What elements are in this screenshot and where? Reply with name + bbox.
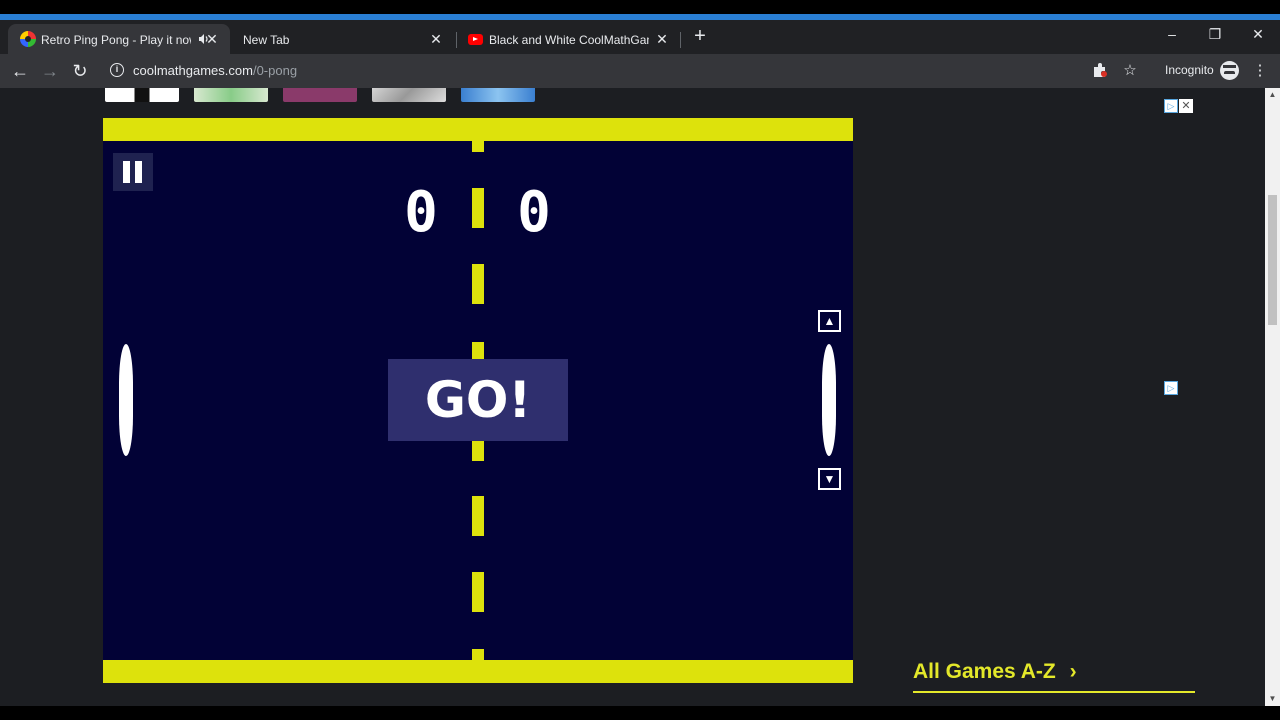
page-scrollbar[interactable]: ▲ ▼ <box>1265 88 1280 706</box>
paddle-up-arrow-icon[interactable]: ▲ <box>818 310 841 332</box>
close-ad-icon[interactable]: ✕ <box>1179 99 1193 113</box>
center-line-dash <box>472 188 484 228</box>
top-wall <box>103 118 853 141</box>
forward-arrow-icon[interactable]: → <box>38 59 62 83</box>
close-tab-icon[interactable]: ✕ <box>654 31 670 47</box>
scroll-up-arrow-icon[interactable]: ▲ <box>1265 88 1280 102</box>
screen-bottom-border <box>0 706 1280 720</box>
minimize-button[interactable]: – <box>1162 24 1182 44</box>
right-score: 0 <box>517 180 551 245</box>
scroll-down-arrow-icon[interactable]: ▼ <box>1265 692 1280 706</box>
youtube-favicon-icon <box>468 34 483 45</box>
left-score: 0 <box>404 180 438 245</box>
go-button[interactable]: GO! <box>388 359 568 441</box>
close-tab-icon[interactable]: ✕ <box>204 31 220 47</box>
all-games-label: All Games A-Z <box>913 660 1056 683</box>
right-paddle[interactable] <box>822 344 836 456</box>
tab-strip: Retro Ping Pong - Play it now ✕ New Tab … <box>0 20 1280 54</box>
center-line-dash <box>472 342 484 360</box>
url-path: /0-pong <box>252 63 298 78</box>
center-line-dash <box>472 141 484 152</box>
restore-button[interactable]: ❐ <box>1205 24 1225 44</box>
pause-button[interactable] <box>113 153 153 191</box>
paddle-down-arrow-icon[interactable]: ▼ <box>818 468 841 490</box>
left-paddle <box>119 344 133 456</box>
page-content: 0 0 GO! ▲ ▼ ▷ ✕ ▷ All Games A-Z › <box>0 88 1265 706</box>
game-thumbnail[interactable] <box>283 88 357 102</box>
close-tab-icon[interactable]: ✕ <box>428 31 444 47</box>
tab-title: Retro Ping Pong - Play it now <box>41 33 191 47</box>
tab-retro-ping-pong[interactable]: Retro Ping Pong - Play it now ✕ <box>8 24 230 54</box>
all-games-link[interactable]: All Games A-Z › <box>913 660 1077 684</box>
reload-icon[interactable]: ↻ <box>68 59 92 83</box>
browser-toolbar: ← → ↻ i coolmathgames.com/0-pong <box>0 54 1280 88</box>
bookmark-star-icon[interactable]: ☆ <box>1121 62 1139 80</box>
bottom-wall <box>103 660 853 683</box>
tab-new-tab[interactable]: New Tab ✕ <box>232 24 454 54</box>
game-thumbnail[interactable] <box>194 88 268 102</box>
game-thumbnail[interactable] <box>461 88 535 102</box>
url-domain: coolmathgames.com <box>133 63 253 78</box>
pong-game-canvas[interactable]: 0 0 GO! ▲ ▼ <box>103 118 853 683</box>
screen-top-border <box>0 0 1280 14</box>
close-window-button[interactable]: ✕ <box>1248 24 1268 44</box>
game-thumbnail[interactable] <box>105 88 179 102</box>
back-arrow-icon[interactable]: ← <box>8 59 32 83</box>
chevron-right-icon: › <box>1069 660 1077 683</box>
new-tab-button[interactable]: + <box>690 26 710 46</box>
scrollbar-thumb[interactable] <box>1268 195 1277 325</box>
url-text[interactable]: coolmathgames.com/0-pong <box>133 63 297 78</box>
center-line-dash <box>472 572 484 612</box>
tab-black-and-white[interactable]: Black and White CoolMathGame ✕ <box>458 24 680 54</box>
site-info-icon[interactable]: i <box>110 63 124 77</box>
address-bar[interactable]: i coolmathgames.com/0-pong <box>104 58 1154 84</box>
coolmath-favicon-icon <box>20 31 36 47</box>
tab-title: Black and White CoolMathGame <box>489 33 649 47</box>
center-line-dash <box>472 264 484 304</box>
menu-kebab-icon[interactable]: ⋮ <box>1251 62 1269 80</box>
incognito-label[interactable]: Incognito <box>1165 63 1214 77</box>
center-line-dash <box>472 649 484 660</box>
tab-title: New Tab <box>243 33 290 47</box>
game-thumbnail[interactable] <box>372 88 446 102</box>
tab-separator <box>456 32 457 48</box>
adchoices-icon[interactable]: ▷ <box>1164 381 1178 395</box>
tab-separator <box>680 32 681 48</box>
center-line-dash <box>472 441 484 461</box>
adchoices-icon[interactable]: ▷ <box>1164 99 1178 113</box>
extension-puzzle-icon[interactable] <box>1091 62 1109 80</box>
all-games-underline <box>913 691 1195 693</box>
incognito-icon[interactable] <box>1220 61 1239 80</box>
center-line-dash <box>472 496 484 536</box>
